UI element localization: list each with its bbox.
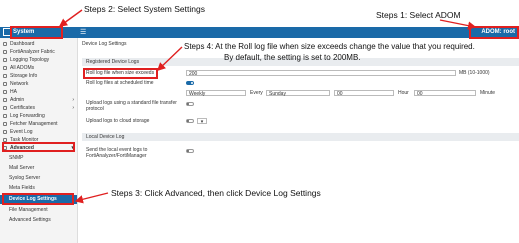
upload-std-label: Upload logs using a standard file transf… xyxy=(86,100,177,112)
dashboard-icon xyxy=(3,41,7,46)
step3-annotation: Steps 3: Click Advanced, then click Devi… xyxy=(111,188,321,198)
sidebar-item-log-forwarding[interactable]: Log Forwarding xyxy=(0,112,77,120)
step4-annotation-line2: By default, the setting is set to 200MB. xyxy=(224,53,361,62)
fabric-icon xyxy=(3,49,7,54)
topology-icon xyxy=(3,57,7,62)
highlight-system-settings xyxy=(10,26,63,39)
hour-select[interactable]: 00 xyxy=(334,90,394,97)
hamburger-icon[interactable]: ☰ xyxy=(80,28,86,37)
upload-cloud-toggle[interactable] xyxy=(186,119,194,123)
highlight-device-log-settings xyxy=(2,193,74,205)
sidebar-item-file-management[interactable]: File Management xyxy=(0,206,77,214)
sidebar-item-network[interactable]: Network xyxy=(0,80,77,88)
certificate-icon xyxy=(3,105,7,110)
step1-annotation: Steps 1: Select ADOM xyxy=(376,10,461,20)
sidebar-item-storage[interactable]: Storage Info xyxy=(0,72,77,80)
minute-label: Minute xyxy=(480,90,496,96)
highlight-advanced xyxy=(2,142,75,152)
arrow-step2 xyxy=(58,9,83,27)
chevron-right-icon: › xyxy=(72,105,74,111)
minute-select[interactable]: 00 xyxy=(414,90,476,97)
highlight-roll-size xyxy=(83,68,158,79)
sidebar: Dashboard FortiAnalyzer Fabric Logging T… xyxy=(0,38,78,243)
highlight-adom xyxy=(469,26,519,39)
hour-label: Hour xyxy=(398,90,409,96)
top-bar: System Settings ▾ ☰ ADOM: root xyxy=(0,27,519,44)
step2-annotation: Steps 2: Select System Settings xyxy=(84,4,205,14)
page-title: Device Log Settings xyxy=(82,41,127,47)
step4-annotation-line1: Steps 4: At the Roll log file when size … xyxy=(184,42,475,51)
sidebar-item-fabric[interactable]: FortiAnalyzer Fabric xyxy=(0,48,77,56)
sidebar-item-all-adoms[interactable]: All ADOMs xyxy=(0,64,77,72)
schedule-toggle[interactable] xyxy=(186,81,194,85)
sidebar-item-dashboard[interactable]: Dashboard xyxy=(0,40,77,48)
sidebar-item-mail-server[interactable]: Mail Server xyxy=(0,164,77,172)
local-device-log-heading: Local Device Log xyxy=(82,133,519,141)
fetcher-icon xyxy=(3,121,7,126)
upload-cloud-label: Upload logs to cloud storage xyxy=(86,118,150,124)
roll-size-unit: MB (10-1000) xyxy=(459,70,490,76)
day-select[interactable]: Sunday xyxy=(266,90,330,97)
adoms-icon xyxy=(3,65,7,70)
chevron-right-icon: › xyxy=(72,97,74,103)
sidebar-item-admin[interactable]: Admin › xyxy=(0,96,77,104)
sidebar-item-certificates[interactable]: Certificates › xyxy=(0,104,77,112)
schedule-label: Roll log files at scheduled time xyxy=(86,80,154,86)
sidebar-item-advanced-settings[interactable]: Advanced Settings xyxy=(0,216,77,224)
sidebar-item-meta-fields[interactable]: Meta Fields xyxy=(0,184,77,192)
event-log-icon xyxy=(3,129,7,134)
sidebar-item-topology[interactable]: Logging Topology xyxy=(0,56,77,64)
admin-icon xyxy=(3,97,7,102)
send-local-toggle[interactable] xyxy=(186,149,194,153)
storage-icon xyxy=(3,73,7,78)
sidebar-item-fetcher[interactable]: Fetcher Management xyxy=(0,120,77,128)
cloud-dropdown-icon[interactable]: ▾ xyxy=(197,118,207,125)
upload-std-toggle[interactable] xyxy=(186,102,194,106)
sidebar-item-snmp[interactable]: SNMP xyxy=(0,154,77,162)
frequency-select[interactable]: Weekly xyxy=(186,90,246,97)
ha-icon xyxy=(3,89,7,94)
sidebar-item-ha[interactable]: HA xyxy=(0,88,77,96)
sidebar-item-syslog[interactable]: Syslog Server xyxy=(0,174,77,182)
send-local-label: Send the local event logs to FortiAnalyz… xyxy=(86,147,148,159)
every-label: Every xyxy=(250,90,263,96)
network-icon xyxy=(3,81,7,86)
roll-size-input[interactable]: 200 xyxy=(186,70,456,77)
sidebar-item-event-log[interactable]: Event Log xyxy=(0,128,77,136)
forward-icon xyxy=(3,113,7,118)
